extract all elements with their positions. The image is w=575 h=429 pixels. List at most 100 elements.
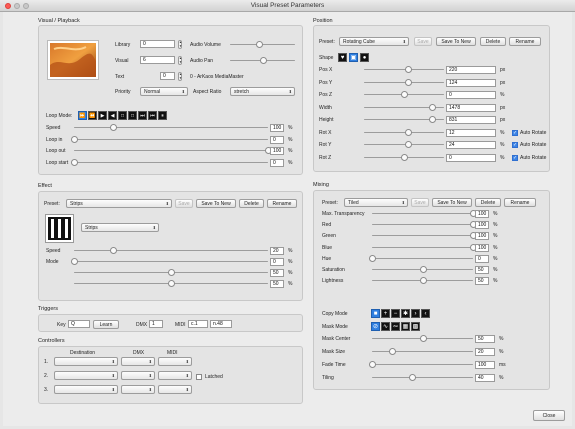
- mask-tiling-slider[interactable]: [372, 374, 473, 381]
- auto-rotate-checkbox[interactable]: ✓: [512, 142, 518, 148]
- mask-mode-tile-icon[interactable]: ▩: [411, 322, 420, 331]
- audio-pan-slider[interactable]: [230, 57, 295, 64]
- mask-mask-size-slider[interactable]: [372, 348, 473, 355]
- mixing-hue-slider[interactable]: [369, 254, 473, 262]
- mask-mode-none-icon[interactable]: ⊘: [371, 322, 380, 331]
- value-field[interactable]: 20: [270, 247, 284, 255]
- learn-button[interactable]: Learn: [93, 320, 119, 329]
- loop-reverse-icon[interactable]: ◀: [108, 111, 117, 120]
- controller-midi-select[interactable]: ⬍: [158, 385, 192, 394]
- mask-mask-center-slider[interactable]: [372, 335, 473, 342]
- position-pos-z-slider[interactable]: [364, 91, 444, 98]
- effect-save-to-new-button[interactable]: Save To New: [196, 199, 236, 208]
- value-field[interactable]: 24: [446, 141, 496, 149]
- position-preset-select[interactable]: Rotating Cube ⬍: [339, 37, 409, 46]
- loop-pingpong-icon[interactable]: ⏭: [138, 111, 147, 120]
- slider-knob[interactable]: [168, 269, 175, 276]
- controller-midi-select[interactable]: ⬍: [158, 357, 192, 366]
- slider-knob[interactable]: [429, 116, 436, 123]
- value-field[interactable]: 50: [475, 277, 489, 286]
- zoom-window-icon[interactable]: [23, 3, 29, 9]
- slider-knob[interactable]: [389, 348, 397, 355]
- slider-knob[interactable]: [71, 158, 78, 166]
- mixing-saturation-slider[interactable]: [372, 265, 473, 273]
- controller-dmx-select[interactable]: ⬍: [121, 385, 155, 394]
- visual-field[interactable]: 6: [140, 56, 175, 64]
- controller-destination-select[interactable]: ⬍: [54, 385, 118, 394]
- value-field[interactable]: 0: [270, 158, 284, 167]
- copy-mode-add-icon[interactable]: +: [381, 309, 390, 318]
- controller-destination-select[interactable]: ⬍: [54, 371, 118, 380]
- visual-thumbnail[interactable]: [47, 40, 99, 80]
- effect-thumbnail[interactable]: [45, 214, 74, 243]
- effect-name-select[interactable]: Strips ⬍: [81, 223, 159, 232]
- trigger-midi-note-field[interactable]: n.48: [210, 320, 232, 328]
- effect-speed-slider[interactable]: [74, 247, 268, 254]
- mask-fade-time-slider[interactable]: [369, 361, 473, 368]
- priority-select[interactable]: Normal ⬍: [140, 87, 188, 96]
- position-width-slider[interactable]: [364, 103, 444, 111]
- slider-knob[interactable]: [71, 135, 78, 143]
- shape-cube-icon[interactable]: ▣: [349, 53, 358, 62]
- visual-stepper[interactable]: ▲ ▼: [178, 56, 182, 65]
- position-pos-x-slider[interactable]: [364, 66, 444, 73]
- position-rot-y-slider[interactable]: [364, 141, 444, 148]
- slider-knob[interactable]: [405, 66, 412, 73]
- value-field[interactable]: 0: [446, 153, 496, 162]
- slider-knob[interactable]: [369, 254, 376, 262]
- slider-knob[interactable]: [405, 128, 412, 136]
- mixing-lightness-slider[interactable]: [372, 277, 473, 285]
- slider-knob[interactable]: [369, 361, 376, 368]
- value-field[interactable]: 100: [270, 147, 284, 155]
- copy-mode-lighten-icon[interactable]: ›: [411, 309, 420, 318]
- value-field[interactable]: 12: [446, 128, 496, 137]
- playback-speed-slider[interactable]: [74, 124, 268, 131]
- effect-param-3-slider[interactable]: [74, 280, 268, 287]
- value-field[interactable]: 1478: [446, 103, 496, 112]
- value-field[interactable]: 0: [475, 254, 489, 263]
- loop-random-icon[interactable]: ⏸: [158, 111, 167, 120]
- value-field[interactable]: 0: [270, 258, 284, 266]
- effect-mode-slider[interactable]: [71, 258, 268, 265]
- trigger-key-field[interactable]: Q: [68, 320, 90, 328]
- playback-loop-out-slider[interactable]: [74, 147, 272, 154]
- text-stepper[interactable]: ▲ ▼: [178, 72, 182, 81]
- mixing-preset-select[interactable]: Tiled ⬍: [344, 198, 408, 207]
- mixing-save-button[interactable]: Save: [411, 198, 429, 207]
- value-field[interactable]: 100: [475, 361, 495, 369]
- library-field[interactable]: 0: [140, 40, 175, 48]
- close-window-icon[interactable]: [5, 3, 11, 9]
- value-field[interactable]: 220: [446, 66, 496, 74]
- slider-knob[interactable]: [429, 103, 436, 111]
- mixing-save-to-new-button[interactable]: Save To New: [432, 198, 472, 207]
- mixing-blue-slider[interactable]: [372, 243, 477, 251]
- value-field[interactable]: 0: [446, 91, 496, 99]
- value-field[interactable]: 100: [270, 124, 284, 132]
- effect-param-2-slider[interactable]: [74, 269, 268, 276]
- slider-knob[interactable]: [168, 280, 175, 287]
- mixing-rename-button[interactable]: Rename: [504, 198, 536, 207]
- slider-knob[interactable]: [109, 247, 117, 254]
- loop-forward-icon[interactable]: ⏩: [78, 111, 87, 120]
- aspect-ratio-select[interactable]: stretch ⬍: [230, 87, 295, 96]
- controller-midi-select[interactable]: ⬍: [158, 371, 192, 380]
- value-field[interactable]: 20: [475, 348, 495, 356]
- mixing-red-slider[interactable]: [372, 221, 477, 229]
- value-field[interactable]: 50: [270, 280, 284, 288]
- slider-knob[interactable]: [405, 141, 412, 148]
- position-save-button[interactable]: Save: [414, 37, 432, 46]
- value-field[interactable]: 100: [475, 221, 489, 230]
- controller-dmx-select[interactable]: ⬍: [121, 371, 155, 380]
- trigger-midi-channel-field[interactable]: c.1: [188, 320, 208, 328]
- slider-knob[interactable]: [109, 124, 117, 131]
- value-field[interactable]: 100: [475, 243, 489, 252]
- position-height-slider[interactable]: [364, 116, 444, 123]
- playback-loop-start-slider[interactable]: [71, 158, 268, 166]
- loop-bounce-icon[interactable]: ⏮: [148, 111, 157, 120]
- latched-checkbox[interactable]: [196, 374, 202, 380]
- shape-sphere-icon[interactable]: ●: [360, 53, 369, 62]
- trigger-dmx-field[interactable]: 1: [149, 320, 163, 328]
- mixing-max-transparency-slider[interactable]: [372, 210, 477, 217]
- mask-mode-wave2-icon[interactable]: ∾: [391, 322, 400, 331]
- position-rot-z-slider[interactable]: [364, 153, 444, 161]
